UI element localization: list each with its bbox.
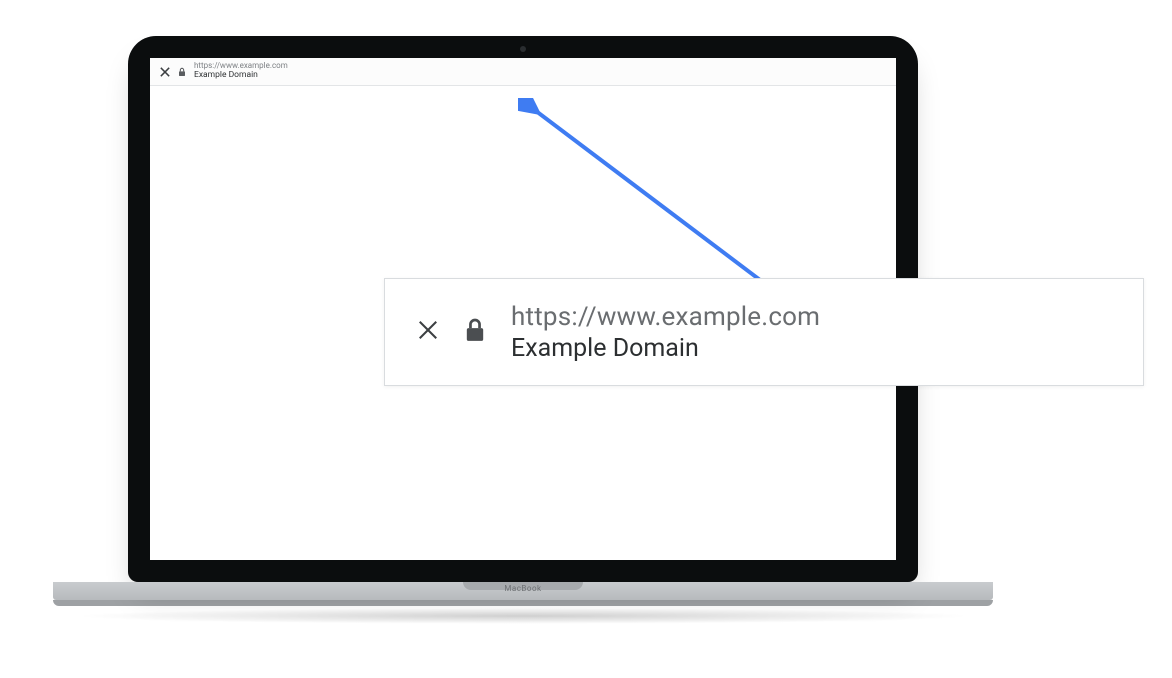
camera-dot <box>520 46 526 52</box>
laptop-foot <box>53 600 993 606</box>
lock-icon[interactable] <box>465 317 485 347</box>
page-title: Example Domain <box>194 71 288 80</box>
callout-text-block: https://www.example.com Example Domain <box>511 302 820 363</box>
callout-url[interactable]: https://www.example.com <box>511 302 820 332</box>
laptop-base: MacBook <box>53 582 993 600</box>
address-block: https://www.example.com Example Domain <box>194 62 288 80</box>
browser-toolbar: https://www.example.com Example Domain <box>150 58 896 86</box>
laptop-brand-label: MacBook <box>504 584 541 593</box>
close-icon[interactable] <box>417 319 439 345</box>
laptop-shadow <box>73 608 973 624</box>
callout-page-title: Example Domain <box>511 334 820 363</box>
close-icon[interactable] <box>160 67 170 77</box>
address-bar-callout: https://www.example.com Example Domain <box>384 278 1144 386</box>
lock-icon[interactable] <box>178 62 186 81</box>
